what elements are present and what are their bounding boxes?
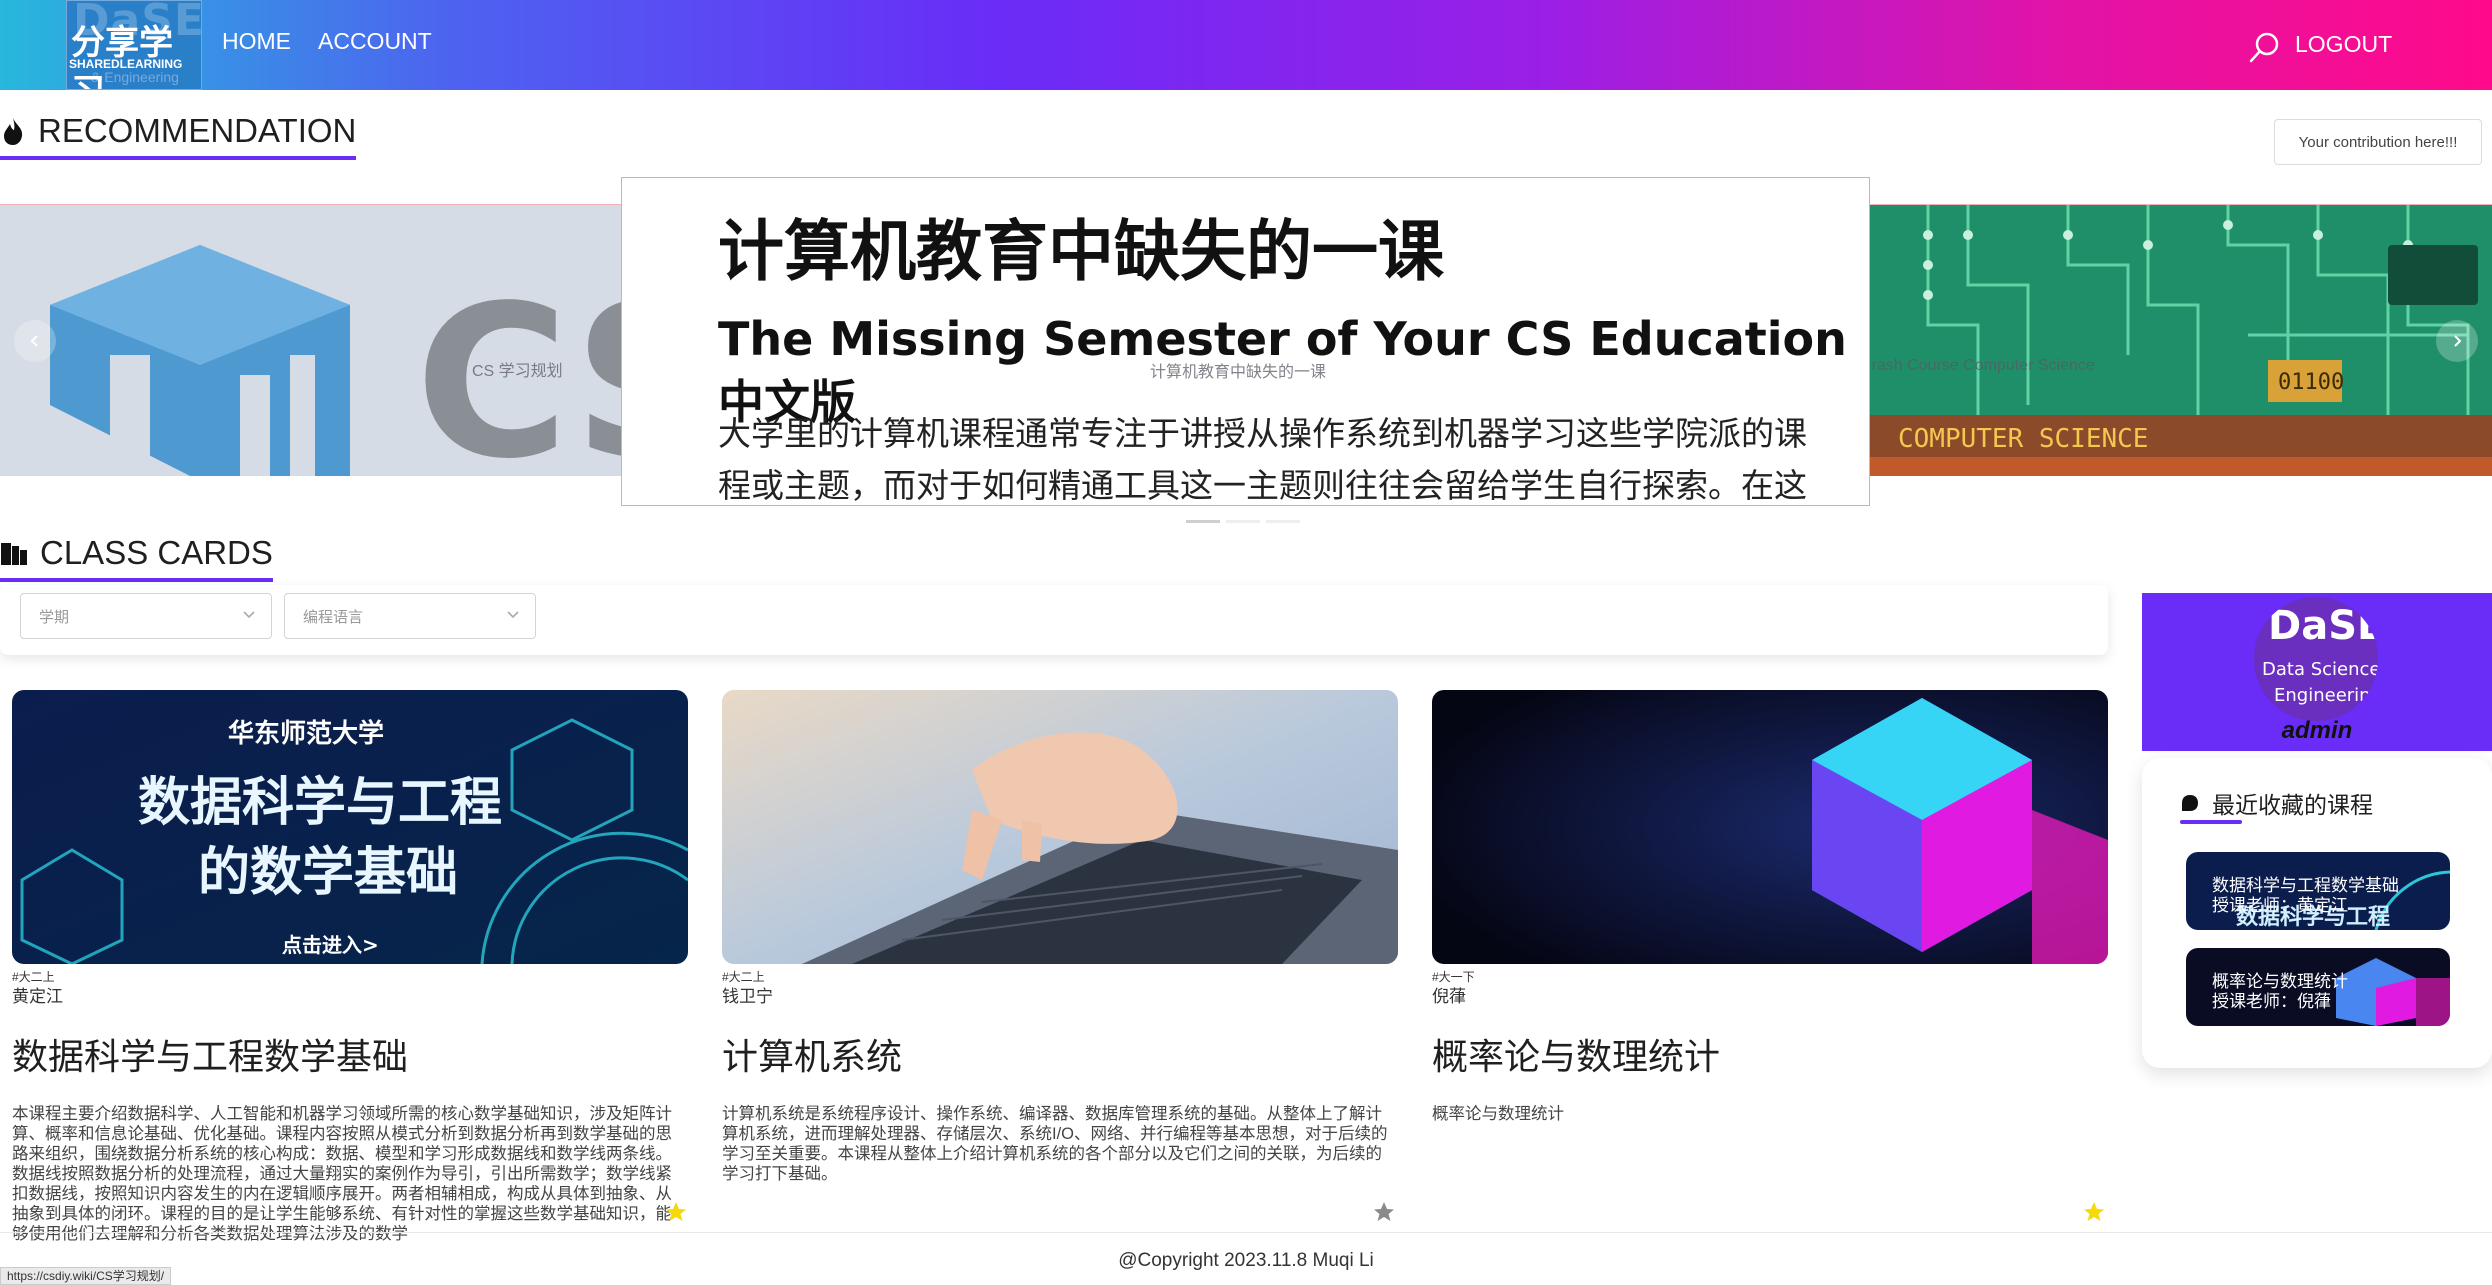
- nav-account-link[interactable]: ACCOUNT: [318, 28, 432, 55]
- favorite-star-icon[interactable]: [664, 1200, 688, 1224]
- card-tag: #大二上: [722, 970, 765, 984]
- favorite-label: 概率论与数理统计 授课老师：倪葎: [2212, 972, 2348, 1012]
- profile-card: DaSE Data Science Engineering admin: [2142, 593, 2492, 751]
- class-card-image[interactable]: 华东师范大学 数据科学与工程 的数学基础 点击进入>: [12, 690, 688, 964]
- dase-avatar-image: DaSE Data Science Engineering: [2254, 597, 2378, 721]
- class-card[interactable]: #大二上 钱卫宁 计算机系统 计算机系统是系统程序设计、操作系统、编译器、数据库…: [722, 690, 1398, 1242]
- favorite-star-icon[interactable]: [1372, 1200, 1396, 1224]
- math-foundation-cover-image: 华东师范大学 数据科学与工程 的数学基础 点击进入>: [12, 690, 688, 964]
- contribution-button[interactable]: Your contribution here!!!: [2274, 119, 2482, 165]
- card-teacher: 钱卫宁: [722, 987, 773, 1006]
- top-nav-bar: DaSE 分享学习 SHAREDLEARNING & Engineering H…: [0, 0, 2492, 90]
- favorites-panel: 最近收藏的课程 数据科学与工程 数据科学与工程数学基础 授课老师：黄定江 概率论…: [2142, 758, 2492, 1068]
- semester-select[interactable]: 学期: [20, 593, 272, 639]
- page: DaSE 分享学习 SHAREDLEARNING & Engineering H…: [0, 0, 2492, 1285]
- card-tag: #大一下: [1432, 970, 1475, 984]
- cover-title-line2: 的数学基础: [198, 843, 458, 903]
- copyright-text: @Copyright 2023.11.8 Muqi Li: [1118, 1250, 1374, 1271]
- recommendation-heading: RECOMMENDATION: [0, 112, 357, 160]
- circuit-board-image: 01100 COMPUTER SCIENCE: [1868, 205, 2492, 476]
- username: admin: [2281, 717, 2353, 744]
- class-cards-heading: CLASS CARDS: [0, 534, 273, 582]
- select-placeholder: 学期: [39, 608, 70, 626]
- favorite-star-icon[interactable]: [2082, 1200, 2106, 1224]
- select-placeholder: 编程语言: [303, 608, 364, 626]
- avatar-line1: DaSE: [2268, 603, 2378, 649]
- favorites-underline: [2180, 820, 2242, 824]
- class-cards-title: CLASS CARDS: [40, 534, 273, 571]
- card-title[interactable]: 数据科学与工程数学基础: [12, 1028, 688, 1080]
- language-select[interactable]: 编程语言: [284, 593, 536, 639]
- footer-divider: [0, 1232, 2492, 1233]
- card-teacher: 黄定江: [12, 987, 63, 1006]
- chevron-left-icon: [30, 335, 38, 347]
- cover-title-line1: 数据科学与工程: [138, 773, 502, 833]
- card-title[interactable]: 概率论与数理统计: [1432, 1028, 2108, 1080]
- carousel-slide-cs-plan[interactable]: CS CS 学习规划: [0, 204, 640, 476]
- favorite-course-item[interactable]: 数据科学与工程 数据科学与工程数学基础 授课老师：黄定江: [2186, 852, 2450, 930]
- carousel-next-button[interactable]: [2436, 320, 2478, 362]
- cover-cta: 点击进入>: [282, 933, 379, 957]
- site-logo[interactable]: DaSE 分享学习 SHAREDLEARNING & Engineering: [66, 0, 202, 90]
- slide-caption: CS 学习规划: [472, 363, 563, 380]
- class-card[interactable]: #大一下 倪葎 概率论与数理统计 概率论与数理统计: [1432, 690, 2108, 1242]
- carousel-indicator[interactable]: [1186, 520, 1220, 523]
- chip-text: 01100: [2278, 370, 2344, 395]
- card-teacher: 倪葎: [1432, 987, 1466, 1006]
- filter-bar: 学期 编程语言: [0, 585, 2108, 655]
- favorites-title: 最近收藏的课程: [2212, 792, 2373, 818]
- class-card[interactable]: 华东师范大学 数据科学与工程 的数学基础 点击进入> #大二上 黄定江 数据科学…: [12, 690, 688, 1242]
- avatar-line2: Data Science: [2262, 659, 2378, 680]
- favorite-teacher: 授课老师：倪葎: [2212, 992, 2331, 1011]
- card-title[interactable]: 计算机系统: [722, 1028, 1398, 1080]
- card-description: 概率论与数理统计: [1432, 1105, 1564, 1123]
- carousel-indicator[interactable]: [1226, 520, 1260, 523]
- favorite-label: 数据科学与工程数学基础 授课老师：黄定江: [2212, 876, 2399, 916]
- nav-home-link[interactable]: HOME: [222, 28, 291, 55]
- crash-course-banner-text: COMPUTER SCIENCE: [1898, 424, 2148, 454]
- class-card-image[interactable]: [722, 690, 1398, 964]
- cs-plan-logo-image: CS: [50, 245, 640, 476]
- logo-subtitle-2: & Engineering: [91, 69, 179, 85]
- slide-title: 计算机教育中缺失的一课: [718, 213, 1444, 290]
- neon-cube-image: [1432, 690, 2108, 964]
- logout-link[interactable]: LOGOUT: [2295, 31, 2392, 58]
- favorite-course-item[interactable]: 概率论与数理统计 授课老师：倪葎: [2186, 948, 2450, 1026]
- chevron-down-icon: [243, 611, 255, 619]
- browser-status-url: https://csdiy.wiki/CS学习规划/: [0, 1267, 172, 1285]
- slide-caption: 计算机教育中缺失的一课: [1150, 364, 1327, 381]
- avatar[interactable]: DaSE Data Science Engineering: [2254, 597, 2378, 721]
- favorite-course-name: 数据科学与工程数学基础: [2212, 876, 2399, 895]
- carousel-slide-missing-semester[interactable]: 计算机教育中缺失的一课 The Missing Semester of Your…: [621, 177, 1870, 506]
- fire-icon: [4, 118, 23, 145]
- carousel-indicator[interactable]: [1266, 520, 1300, 523]
- avatar-line3: Engineering: [2274, 685, 2378, 706]
- carousel-slide-crash-course[interactable]: 01100 COMPUTER SCIENCE Crash Course Comp…: [1868, 204, 2492, 476]
- chevron-down-icon: [507, 611, 519, 619]
- class-card-image[interactable]: [1432, 690, 2108, 964]
- card-description: 计算机系统是系统程序设计、操作系统、编译器、数据库管理系统的基础。从整体上了解计…: [722, 1105, 1388, 1183]
- book-icon: [1, 543, 27, 565]
- bookmark-icon: [2182, 795, 2198, 811]
- slide-body: 大学里的计算机课程通常专注于讲授从操作系统到机器学习这些学院派的课程或主题，而对…: [718, 414, 1807, 505]
- search-icon[interactable]: [2248, 30, 2282, 64]
- chevron-right-icon: [2454, 335, 2462, 347]
- slide-caption: Crash Course Computer Science: [1868, 357, 2095, 374]
- favorite-course-name: 概率论与数理统计: [2212, 972, 2348, 991]
- favorites-heading: 最近收藏的课程: [2180, 786, 2373, 820]
- card-description: 本课程主要介绍数据科学、人工智能和机器学习领域所需的核心数学基础知识，涉及矩阵计…: [12, 1105, 672, 1242]
- cover-school-name: 华东师范大学: [228, 718, 384, 749]
- carousel-prev-button[interactable]: [14, 320, 56, 362]
- favorite-teacher: 授课老师：黄定江: [2212, 896, 2348, 915]
- card-tag: #大二上: [12, 970, 55, 984]
- laptop-typing-image: [722, 690, 1398, 964]
- recommendation-title: RECOMMENDATION: [38, 112, 357, 149]
